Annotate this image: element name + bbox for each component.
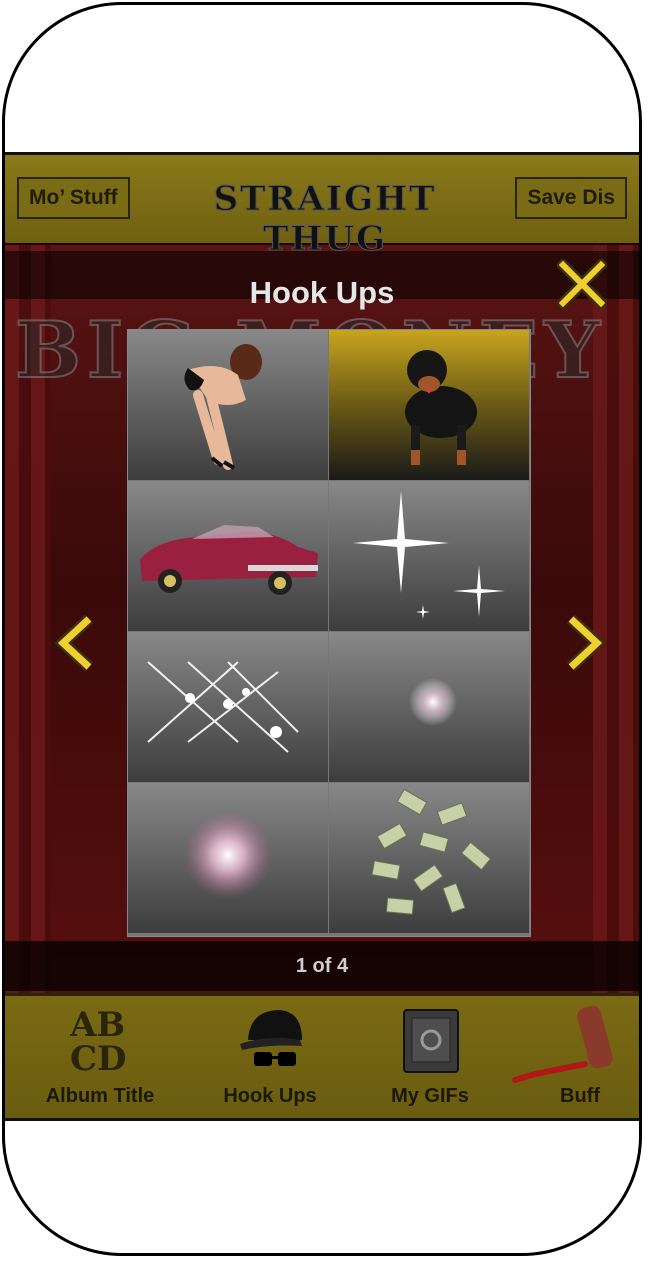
bottom-tab-bar: AB CD Album Title Hook Ups My GIFs Buff [5, 993, 639, 1118]
tab-label: Hook Ups [223, 1085, 317, 1107]
sticker-grid [127, 329, 531, 937]
tab-hook-ups[interactable]: Hook Ups [195, 996, 345, 1118]
previous-page-icon[interactable] [53, 613, 97, 673]
grid-item-pink-glow[interactable] [128, 783, 328, 933]
tab-label: Album Title [45, 1085, 155, 1107]
next-page-icon[interactable] [563, 613, 607, 673]
app-logo: STRAIGHT THUG [213, 179, 437, 260]
tab-label: My GIFs [391, 1085, 469, 1107]
top-bar: Mo’ Stuff STRAIGHT THUG Save Dis [5, 155, 639, 260]
tab-label: Buff [560, 1085, 600, 1107]
phone-frame: BIG MONEY Mo’ Stuff STRAIGHT THUG Save D… [2, 2, 642, 1256]
grid-item-lowrider-car[interactable] [128, 481, 328, 631]
grid-item-money-bills[interactable] [329, 783, 529, 933]
cap-sunglasses-icon [240, 1010, 302, 1066]
tab-buff[interactable]: Buff [505, 996, 639, 1118]
app-screen: BIG MONEY Mo’ Stuff STRAIGHT THUG Save D… [5, 152, 639, 1121]
abcd-letters-icon: ABCD [70, 1005, 127, 1074]
grid-item-star-flares[interactable] [128, 632, 328, 782]
overlay-title: Hook Ups [249, 275, 395, 310]
grid-item-pinup-girl[interactable] [128, 330, 328, 480]
svg-text:CD: CD [70, 1039, 127, 1074]
tab-album-title[interactable]: AB CD Album Title [25, 996, 175, 1118]
close-icon[interactable] [557, 259, 607, 309]
tab-my-gifs[interactable]: My GIFs [355, 996, 505, 1118]
safe-icon [403, 1009, 459, 1073]
paint-roller-icon [512, 1005, 613, 1083]
save-dis-button[interactable]: Save Dis [515, 177, 627, 219]
grid-item-sparkles[interactable] [329, 481, 529, 631]
grid-item-rottweiler[interactable] [329, 330, 529, 480]
mo-stuff-button[interactable]: Mo’ Stuff [17, 177, 130, 219]
page-indicator: 1 of 4 [5, 941, 639, 991]
grid-item-lens-flare[interactable] [329, 632, 529, 782]
